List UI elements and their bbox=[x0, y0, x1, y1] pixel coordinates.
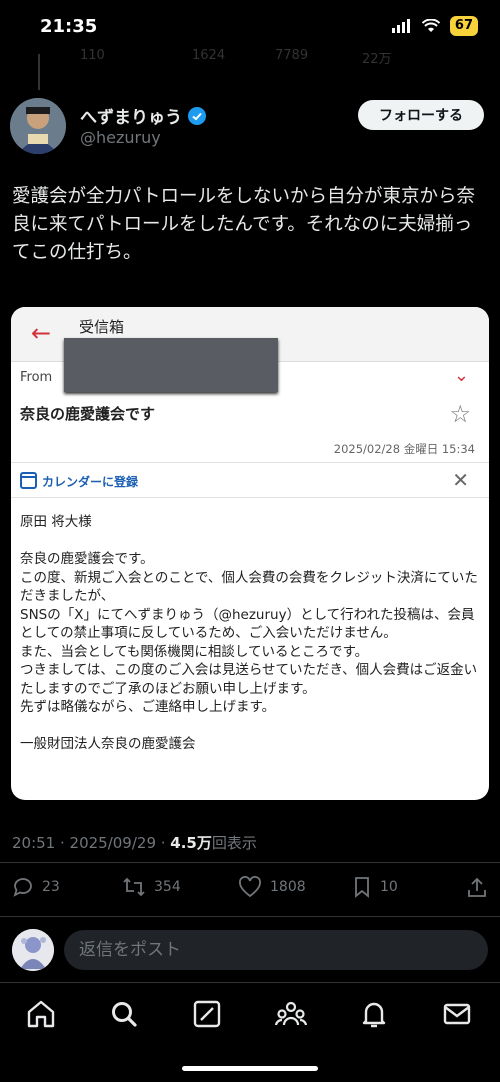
attached-image[interactable]: ← 受信箱 From ⌄ 奈良の鹿愛護会です ☆ 2025/02/28 金曜日 … bbox=[11, 307, 489, 800]
calendar-bar: カレンダーに登録 ✕ bbox=[11, 462, 489, 498]
prev-likes-count: 7789 bbox=[275, 48, 309, 63]
inbox-label: 受信箱 bbox=[79, 318, 125, 336]
status-time: 21:35 bbox=[40, 16, 98, 37]
back-arrow-icon: ← bbox=[31, 319, 52, 347]
author-avatar[interactable] bbox=[10, 98, 66, 154]
redaction-block bbox=[64, 338, 278, 392]
from-label: From bbox=[20, 370, 53, 385]
divider bbox=[0, 916, 500, 917]
bookmark-count: 10 bbox=[380, 879, 398, 895]
tweet-timestamp: 20:51 · 2025/09/29 · bbox=[12, 834, 171, 852]
like-action[interactable]: 1808 bbox=[238, 876, 306, 898]
prev-reposts-count: 1624 bbox=[192, 48, 226, 63]
tweet-meta: 20:51 · 2025/09/29 · 4.5万回表示 bbox=[12, 832, 257, 853]
grok-icon[interactable] bbox=[190, 997, 224, 1031]
repost-icon bbox=[123, 877, 145, 897]
bookmark-action[interactable]: 10 bbox=[352, 876, 398, 898]
mail-body: 原田 将大様 奈良の鹿愛護会です。 この度、新規ご入会とのことで、個人会費の会費… bbox=[20, 513, 480, 754]
notifications-icon[interactable] bbox=[357, 997, 391, 1031]
share-action[interactable] bbox=[466, 876, 488, 898]
mail-body-text: 原田 将大様 奈良の鹿愛護会です。 この度、新規ご入会とのことで、個人会費の会費… bbox=[20, 514, 478, 752]
reply-icon bbox=[13, 878, 32, 897]
verified-badge-icon bbox=[188, 106, 206, 125]
bookmark-icon bbox=[355, 877, 369, 898]
tweet-text: 愛護会が全力パトロールをしないから自分が東京から奈良に来てパトロールをしたんです… bbox=[12, 186, 476, 263]
repost-action[interactable]: 354 bbox=[122, 876, 181, 898]
close-icon: ✕ bbox=[452, 468, 469, 492]
author-name[interactable]: へずまりゅう bbox=[80, 103, 182, 128]
thread-line bbox=[38, 54, 40, 90]
home-icon[interactable] bbox=[24, 997, 58, 1031]
star-icon: ☆ bbox=[449, 400, 471, 428]
author-name-row[interactable]: へずまりゅう bbox=[80, 103, 206, 128]
follow-button[interactable]: フォローする bbox=[358, 100, 484, 130]
wifi-icon bbox=[421, 19, 440, 32]
signal-icon bbox=[391, 19, 410, 33]
calendar-label: カレンダーに登録 bbox=[42, 475, 139, 489]
communities-icon[interactable] bbox=[274, 997, 308, 1031]
status-icons: 67 bbox=[391, 16, 478, 36]
divider bbox=[0, 862, 500, 863]
repost-count: 354 bbox=[154, 879, 181, 895]
reply-action[interactable]: 23 bbox=[12, 876, 60, 898]
reply-bar bbox=[0, 918, 500, 980]
battery-indicator: 67 bbox=[449, 16, 478, 36]
mail-date: 2025/02/28 金曜日 15:34 bbox=[333, 442, 475, 456]
reply-input[interactable] bbox=[64, 930, 488, 970]
views-label: 回表示 bbox=[211, 834, 257, 852]
prev-views-count: 22万 bbox=[362, 52, 392, 67]
views-count: 4.5万 bbox=[170, 834, 212, 852]
share-icon bbox=[468, 877, 486, 897]
user-avatar[interactable] bbox=[12, 929, 54, 971]
home-indicator bbox=[182, 1066, 318, 1071]
tweet-action-row: 23 354 1808 10 bbox=[0, 868, 500, 904]
mail-subject: 奈良の鹿愛護会です bbox=[20, 405, 156, 423]
calendar-icon bbox=[20, 472, 37, 489]
prev-replies-count: 110 bbox=[80, 48, 105, 63]
like-count: 1808 bbox=[270, 879, 306, 895]
reply-count: 23 bbox=[42, 879, 60, 895]
search-icon[interactable] bbox=[107, 997, 141, 1031]
messages-icon[interactable] bbox=[440, 997, 474, 1031]
heart-icon bbox=[239, 876, 261, 898]
chevron-down-icon: ⌄ bbox=[453, 365, 469, 386]
previous-tweet-actions: 110 1624 7789 22万 bbox=[0, 42, 500, 70]
author-handle[interactable]: @hezuruy bbox=[80, 128, 161, 147]
